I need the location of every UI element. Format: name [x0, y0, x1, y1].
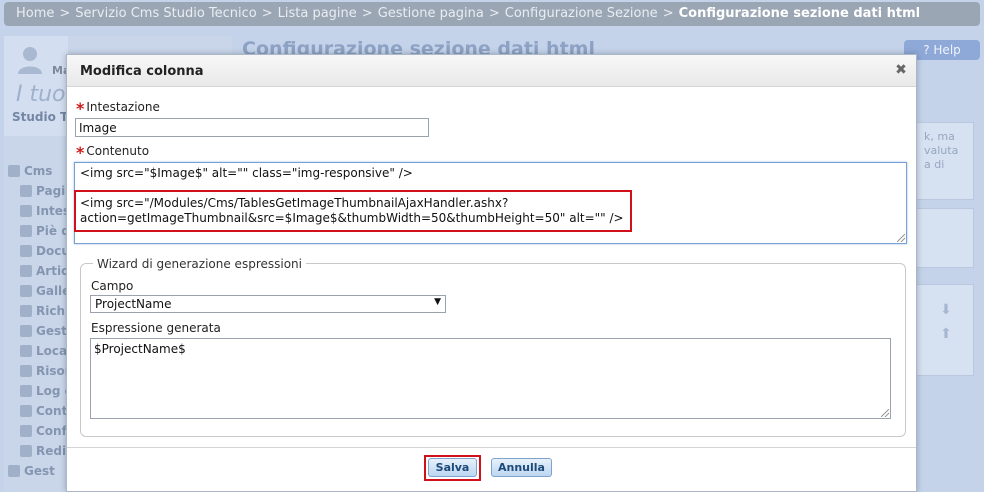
sidebar-item-localizzazione[interactable]: Loca	[20, 344, 67, 358]
content-label-text: Contenuto	[86, 144, 150, 158]
arrow-down-icon[interactable]: ⬇	[938, 302, 954, 318]
breadcrumb-lista[interactable]: Lista pagine	[278, 6, 357, 21]
required-icon: *	[76, 99, 85, 118]
sidebar-item-label: Piè d	[36, 224, 70, 238]
highlight-annotation	[74, 190, 632, 232]
cancel-button[interactable]: Annulla	[491, 458, 552, 477]
help-icon: ?	[923, 43, 934, 57]
redirect-icon	[20, 445, 32, 457]
dialog-header: Modifica colonna ✖	[67, 55, 916, 87]
field-label: Campo	[91, 279, 134, 293]
manage-icon	[20, 325, 32, 337]
expression-value: $ProjectName$	[94, 342, 186, 356]
required-icon: *	[76, 143, 85, 162]
sidebar-item-contatti[interactable]: Cont	[20, 404, 67, 418]
sidebar-item-gestione-2[interactable]: Gest	[8, 464, 55, 478]
info-line: a di	[924, 158, 945, 171]
sidebar-item-cms[interactable]: Cms	[8, 164, 52, 178]
breadcrumb-home[interactable]: Home	[16, 6, 54, 21]
location-icon	[20, 345, 32, 357]
info-line: k, ma	[924, 130, 955, 143]
sidebar-item-label: Gest	[24, 464, 55, 478]
sidebar-item-articoli[interactable]: Artic	[20, 264, 68, 278]
resize-grip-icon[interactable]	[881, 409, 889, 417]
request-icon	[20, 305, 32, 317]
sidebar-item-label: Docu	[36, 244, 70, 258]
breadcrumb-current: Configurazione sezione dati html	[678, 6, 921, 21]
field-select-value: ProjectName	[95, 297, 172, 311]
log-icon	[20, 385, 32, 397]
breadcrumb-gestione[interactable]: Gestione pagina	[378, 6, 484, 21]
config-icon	[20, 425, 32, 437]
cms-icon	[8, 165, 20, 177]
dialog-title: Modifica colonna	[80, 64, 204, 79]
footer-icon	[20, 225, 32, 237]
sidebar-item-documenti[interactable]: Docu	[20, 244, 70, 258]
side-panel	[916, 208, 974, 268]
page-icon	[20, 185, 32, 197]
user-avatar-icon	[18, 47, 42, 74]
breadcrumb-separator: >	[662, 6, 674, 21]
article-icon	[20, 265, 32, 277]
sidebar-item-richieste[interactable]: Richi	[20, 304, 69, 318]
user-welcome: I tuo	[16, 82, 66, 107]
gallery-icon	[20, 285, 32, 297]
sidebar-item-label: Intes	[36, 204, 71, 218]
sidebar-item-label: Richi	[36, 304, 70, 318]
help-label: Help	[933, 43, 961, 57]
contact-icon	[20, 405, 32, 417]
breadcrumb-separator: >	[261, 6, 273, 21]
heading-label: * Intestazione	[76, 99, 160, 118]
chevron-down-icon: ▼	[434, 297, 441, 307]
sidebar-item-gallerie[interactable]: Galle	[20, 284, 70, 298]
wizard-legend: Wizard di generazione espressioni	[93, 257, 306, 271]
sidebar-item-risorse[interactable]: Risor	[20, 364, 71, 378]
save-button[interactable]: Salva	[428, 458, 477, 477]
user-studio: Studio T	[12, 110, 69, 124]
resource-icon	[20, 365, 32, 377]
breadcrumb: Home > Servizio Cms Studio Tecnico > Lista p…	[4, 2, 980, 26]
dialog-footer: Salva Annulla	[67, 447, 916, 491]
sidebar-item-pie[interactable]: Piè d	[20, 224, 70, 238]
sidebar-item-configurazione[interactable]: Conf	[20, 424, 67, 438]
sidebar-item-pagine[interactable]: Pagi	[20, 184, 65, 198]
sidebar-item-intestazione[interactable]: Intes	[20, 204, 70, 218]
heading-input[interactable]	[75, 118, 429, 137]
breadcrumb-separator: >	[361, 6, 373, 21]
sidebar-item-redirect[interactable]: Redi	[20, 444, 66, 458]
manage-icon	[8, 465, 20, 477]
resize-grip-icon[interactable]	[897, 234, 905, 242]
close-icon[interactable]: ✖	[894, 63, 908, 77]
breadcrumb-separator: >	[59, 6, 71, 21]
sidebar-item-gestione[interactable]: Gesti	[20, 324, 71, 338]
content-line-1: <img src="$Image$" alt="" class="img-res…	[80, 166, 413, 180]
document-icon	[20, 245, 32, 257]
expression-label: Espressione generata	[91, 321, 221, 335]
expression-textarea[interactable]: $ProjectName$	[90, 338, 891, 419]
breadcrumb-configurazione[interactable]: Configurazione Sezione	[505, 6, 658, 21]
arrow-up-icon[interactable]: ⬆	[938, 326, 954, 342]
sidebar-item-label: Loca	[36, 344, 68, 358]
breadcrumb-servizio[interactable]: Servizio Cms Studio Tecnico	[75, 6, 256, 21]
sidebar-item-label: Pagi	[36, 184, 66, 198]
field-select[interactable]: ProjectName ▼	[90, 295, 446, 313]
sidebar-item-label: Artic	[36, 264, 69, 278]
breadcrumb-separator: >	[488, 6, 500, 21]
sidebar-item-label: Cont	[36, 404, 68, 418]
sidebar-item-label: Cms	[24, 164, 53, 178]
sidebar-item-label: Redi	[36, 444, 67, 458]
edit-column-dialog: Modifica colonna ✖ *Intestazione *Conten…	[66, 54, 917, 492]
sidebar-item-label: Conf	[36, 424, 67, 438]
info-line: valuta	[924, 144, 959, 157]
info-text: k, ma valuta a di	[924, 130, 958, 172]
content-label: * Contenuto	[76, 143, 149, 162]
sidebar-item-log[interactable]: Log c	[20, 384, 72, 398]
header-icon	[20, 205, 32, 217]
heading-label-text: Intestazione	[86, 100, 160, 114]
